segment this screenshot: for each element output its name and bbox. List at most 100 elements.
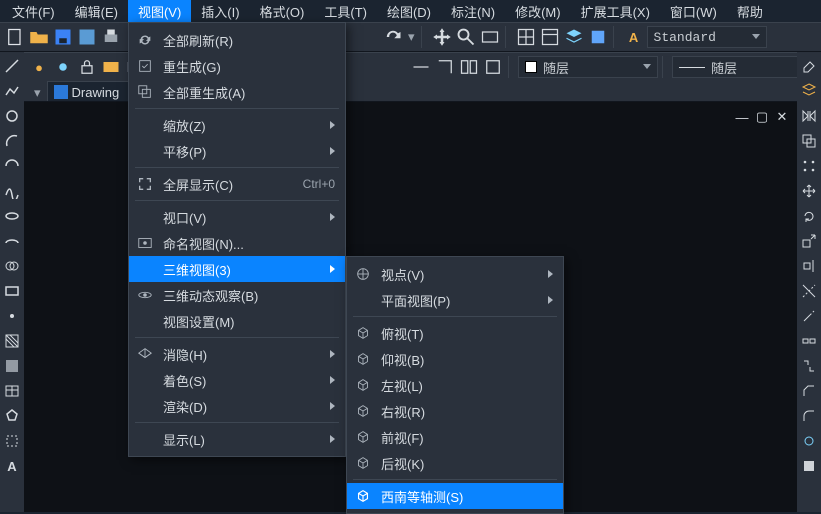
pan-icon[interactable]: [431, 26, 453, 48]
maximize-icon[interactable]: ▢: [755, 110, 769, 124]
menu-item[interactable]: 视点(V): [347, 261, 563, 287]
table-icon[interactable]: [2, 381, 22, 401]
menu-item[interactable]: 三维视图(3): [129, 256, 345, 282]
circle-icon[interactable]: [2, 106, 22, 126]
text-style-icon[interactable]: A: [623, 26, 645, 48]
menu-7[interactable]: 标注(N): [441, 0, 505, 23]
region-icon[interactable]: [2, 356, 22, 376]
fillet-icon[interactable]: [799, 406, 819, 426]
stretch-icon[interactable]: [799, 256, 819, 276]
menu-item[interactable]: 全部刷新(R): [129, 27, 345, 53]
menu-item[interactable]: 命名视图(N)...: [129, 230, 345, 256]
save-icon[interactable]: [52, 26, 74, 48]
join-icon[interactable]: [799, 356, 819, 376]
menu-item[interactable]: 右视(R): [347, 398, 563, 424]
drawing-tab[interactable]: Drawing: [47, 81, 131, 101]
text-icon[interactable]: A: [2, 456, 22, 476]
saveas-icon[interactable]: [76, 26, 98, 48]
menu-9[interactable]: 扩展工具(X): [571, 0, 660, 23]
zoom-icon[interactable]: [455, 26, 477, 48]
menu-11[interactable]: 帮助: [727, 0, 773, 23]
menu-item[interactable]: 渲染(D): [129, 393, 345, 419]
menu-item[interactable]: 仰视(B): [347, 346, 563, 372]
menu-item-label: 重生成(G): [163, 57, 335, 76]
spline-icon[interactable]: [2, 181, 22, 201]
rings-icon[interactable]: [2, 256, 22, 276]
open-icon[interactable]: [28, 26, 50, 48]
dim1-icon[interactable]: [410, 56, 432, 78]
lock-icon[interactable]: [76, 56, 98, 78]
menu-5[interactable]: 工具(T): [314, 0, 377, 23]
point-icon[interactable]: [2, 306, 22, 326]
arc2-icon[interactable]: [2, 156, 22, 176]
array-icon[interactable]: [799, 156, 819, 176]
redo-icon[interactable]: [382, 26, 404, 48]
menu-item[interactable]: 平移(P): [129, 138, 345, 164]
menu-10[interactable]: 窗口(W): [660, 0, 727, 23]
layer-color-combo[interactable]: 随层: [518, 56, 658, 78]
close-icon[interactable]: ✕: [775, 110, 789, 124]
menu-1[interactable]: 编辑(E): [65, 0, 128, 23]
chamfer-icon[interactable]: [799, 381, 819, 401]
ellipse-icon[interactable]: [2, 206, 22, 226]
offset-icon[interactable]: [799, 131, 819, 151]
menu-item[interactable]: 前视(F): [347, 424, 563, 450]
bulb-icon[interactable]: ●: [28, 56, 50, 78]
sun-icon[interactable]: [52, 56, 74, 78]
minimize-icon[interactable]: —: [735, 110, 749, 124]
rect-icon[interactable]: [2, 281, 22, 301]
menu-item[interactable]: 着色(S): [129, 367, 345, 393]
dim3-icon[interactable]: [458, 56, 480, 78]
print-icon[interactable]: [100, 26, 122, 48]
hatch-icon[interactable]: [2, 331, 22, 351]
zoomext-icon[interactable]: [479, 26, 501, 48]
trim-icon[interactable]: [799, 281, 819, 301]
mirror-icon[interactable]: [799, 106, 819, 126]
erase-icon[interactable]: [799, 56, 819, 76]
menu-0[interactable]: 文件(F): [2, 0, 65, 23]
extend-icon[interactable]: [799, 306, 819, 326]
menu-item[interactable]: 显示(L): [129, 426, 345, 452]
menu-item[interactable]: 视口(V): [129, 204, 345, 230]
menu-item[interactable]: 平面视图(P): [347, 287, 563, 313]
polygon-icon[interactable]: [2, 406, 22, 426]
menu-item[interactable]: 全屏显示(C)Ctrl+0: [129, 171, 345, 197]
ellipsearc-icon[interactable]: [2, 231, 22, 251]
explode-icon[interactable]: [799, 431, 819, 451]
rotate-icon[interactable]: [799, 206, 819, 226]
arc-icon[interactable]: [2, 131, 22, 151]
block-icon[interactable]: [587, 26, 609, 48]
menu-3[interactable]: 插入(I): [191, 0, 249, 23]
line-icon[interactable]: [2, 56, 22, 76]
move-icon[interactable]: [799, 181, 819, 201]
break-icon[interactable]: [799, 331, 819, 351]
layers2-icon[interactable]: [100, 56, 122, 78]
text-style-combo[interactable]: Standard: [647, 26, 767, 48]
dim4-icon[interactable]: [482, 56, 504, 78]
menu-item[interactable]: 消隐(H): [129, 341, 345, 367]
menu-6[interactable]: 绘图(D): [377, 0, 441, 23]
menu-item[interactable]: 三维动态观察(B): [129, 282, 345, 308]
menu-item[interactable]: 缩放(Z): [129, 112, 345, 138]
menu-8[interactable]: 修改(M): [505, 0, 571, 23]
linetype-combo[interactable]: 随层: [672, 56, 812, 78]
scale-icon[interactable]: [799, 231, 819, 251]
menu-2[interactable]: 视图(V): [128, 0, 191, 23]
pedit-icon[interactable]: [799, 456, 819, 476]
menu-item[interactable]: 俯视(T): [347, 320, 563, 346]
menu-item[interactable]: 视图设置(M): [129, 308, 345, 334]
grid-icon[interactable]: [515, 26, 537, 48]
layers-icon[interactable]: [563, 26, 585, 48]
menu-4[interactable]: 格式(O): [250, 0, 315, 23]
menu-item[interactable]: 后视(K): [347, 450, 563, 476]
menu-item[interactable]: 左视(L): [347, 372, 563, 398]
menu-item[interactable]: 西南等轴测(S): [347, 483, 563, 509]
copy-icon[interactable]: [799, 81, 819, 101]
wipeout-icon[interactable]: [2, 431, 22, 451]
props-icon[interactable]: [539, 26, 561, 48]
menu-item[interactable]: 全部重生成(A): [129, 79, 345, 105]
dim2-icon[interactable]: [434, 56, 456, 78]
polyline-icon[interactable]: [2, 81, 22, 101]
new-icon[interactable]: [4, 26, 26, 48]
menu-item[interactable]: 重生成(G): [129, 53, 345, 79]
